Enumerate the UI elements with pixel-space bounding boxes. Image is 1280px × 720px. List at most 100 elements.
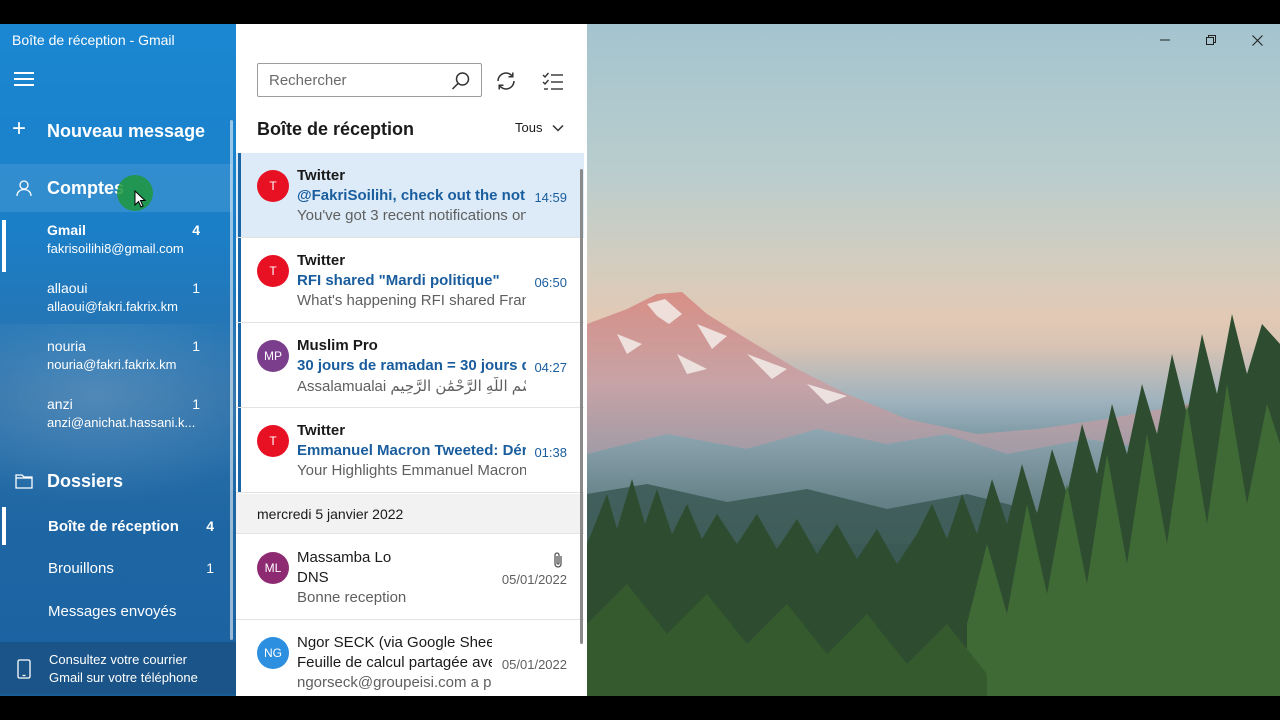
avatar: MP xyxy=(257,340,289,372)
window-controls xyxy=(1142,24,1280,56)
message-item[interactable]: T Twitter @FakriSoilihi, check out the n… xyxy=(236,153,584,238)
message-item[interactable]: NG Ngor SECK (via Google Sheets) Feuille… xyxy=(236,620,584,696)
minimize-button[interactable] xyxy=(1142,24,1188,56)
message-sender: Massamba Lo xyxy=(297,549,392,566)
account-email: allaoui@fakri.fakrix.km xyxy=(47,299,178,314)
unread-count: 4 xyxy=(192,222,200,238)
folder-count: 1 xyxy=(206,560,214,576)
selection-indicator xyxy=(2,220,6,272)
message-subject: @FakriSoilihi, check out the notificatio… xyxy=(297,187,526,204)
message-time: 04:27 xyxy=(534,360,567,375)
unread-indicator xyxy=(238,238,241,322)
folder-item-drafts[interactable]: Brouillons 1 xyxy=(0,549,232,587)
message-preview: Your Highlights Emmanuel Macron xyxy=(297,462,526,479)
phone-icon xyxy=(17,659,31,679)
phone-promo-link[interactable]: Consultez votre courrier Gmail sur votre… xyxy=(0,642,236,696)
search-input[interactable]: Rechercher xyxy=(269,72,347,89)
account-item-nouria[interactable]: nouria nouria@fakri.fakrix.km 1 xyxy=(0,336,232,388)
sync-icon[interactable] xyxy=(494,69,518,93)
unread-count: 1 xyxy=(192,338,200,354)
letterbox-top xyxy=(0,0,1280,24)
hamburger-menu-icon[interactable] xyxy=(14,72,34,88)
date-group-header: mercredi 5 janvier 2022 xyxy=(236,494,584,534)
folder-item-sent[interactable]: Messages envoyés xyxy=(0,592,232,630)
message-subject: Feuille de calcul partagée avec vous xyxy=(297,654,492,671)
navigation-pane: Boîte de réception - Gmail + Nouveau mes… xyxy=(0,24,236,696)
message-time: 05/01/2022 xyxy=(501,572,567,587)
unread-count: 1 xyxy=(192,396,200,412)
message-subject: 30 jours de ramadan = 30 jours de bénédi… xyxy=(297,357,526,374)
phone-promo-label: Consultez votre courrier Gmail sur votre… xyxy=(49,652,198,685)
reading-pane-background xyxy=(587,24,1280,696)
accounts-button[interactable]: Comptes xyxy=(0,164,232,212)
attachment-icon xyxy=(554,552,562,568)
accounts-label: Comptes xyxy=(47,177,125,198)
avatar: NG xyxy=(257,637,289,669)
message-time: 06:50 xyxy=(534,275,567,290)
chevron-down-icon xyxy=(552,124,564,132)
account-email: nouria@fakri.fakrix.km xyxy=(47,357,177,372)
selection-mode-icon[interactable] xyxy=(542,70,564,92)
message-item[interactable]: ML Massamba Lo DNS Bonne reception 05/01… xyxy=(236,535,584,620)
account-email: anzi@anichat.hassani.k... xyxy=(47,415,196,430)
folder-label: Boîte de réception xyxy=(48,517,179,535)
message-preview: Bonne reception xyxy=(297,589,407,606)
mail-app-window: Boîte de réception - Gmail + Nouveau mes… xyxy=(0,24,1280,696)
filter-dropdown[interactable]: Tous xyxy=(515,120,564,135)
unread-indicator xyxy=(238,323,241,407)
account-item-anzi[interactable]: anzi anzi@anichat.hassani.k... 1 xyxy=(0,394,232,446)
message-time: 14:59 xyxy=(534,190,567,205)
close-button[interactable] xyxy=(1234,24,1280,56)
account-item-allaoui[interactable]: allaoui allaoui@fakri.fakrix.km 1 xyxy=(0,278,232,330)
unread-count: 1 xyxy=(192,280,200,296)
restore-icon xyxy=(1206,35,1216,45)
message-sender: Ngor SECK (via Google Sheets) xyxy=(297,634,492,651)
message-item[interactable]: T Twitter RFI shared "Mardi politique" W… xyxy=(236,238,584,323)
message-preview: What's happening RFI shared France 24 xyxy=(297,292,526,309)
folders-label: Dossiers xyxy=(47,470,124,491)
minimize-icon xyxy=(1160,39,1170,41)
message-time: 01:38 xyxy=(534,445,567,460)
selection-indicator xyxy=(2,507,6,545)
unread-indicator xyxy=(238,408,241,492)
message-list-scrollbar[interactable] xyxy=(580,169,583,644)
folder-item-inbox[interactable]: Boîte de réception 4 xyxy=(0,507,232,545)
account-name: Gmail xyxy=(47,222,86,238)
message-item[interactable]: T Twitter Emmanuel Macron Tweeted: Dérèg… xyxy=(236,408,584,493)
message-subject: Emmanuel Macron Tweeted: Dérèglement xyxy=(297,442,526,459)
message-subject: RFI shared "Mardi politique" xyxy=(297,272,500,289)
account-item-gmail[interactable]: Gmail fakrisoilihi8@gmail.com 4 xyxy=(0,220,232,272)
account-email: fakrisoilihi8@gmail.com xyxy=(47,241,184,256)
restore-button[interactable] xyxy=(1188,24,1234,56)
message-preview: ngorseck@groupeisi.com a partagé xyxy=(297,674,492,691)
avatar: T xyxy=(257,255,289,287)
search-icon[interactable] xyxy=(451,71,471,91)
message-item[interactable]: MP Muslim Pro 30 jours de ramadan = 30 j… xyxy=(236,323,584,408)
folder-label: Brouillons xyxy=(48,559,114,577)
person-icon xyxy=(16,180,32,197)
folder-count: 4 xyxy=(206,518,214,534)
letterbox-bottom xyxy=(0,696,1280,720)
message-list-pane: Rechercher Boîte de réception Tous T Twi… xyxy=(236,24,587,696)
folder-label: Messages envoyés xyxy=(48,602,177,620)
plus-icon: + xyxy=(12,115,27,142)
search-box[interactable]: Rechercher xyxy=(257,63,482,97)
folder-icon xyxy=(15,474,33,489)
folders-button[interactable]: Dossiers xyxy=(0,464,232,498)
message-preview: Assalamualai بِسْمِ اللَّهِ الرَّحْمَٰنِ… xyxy=(297,378,526,395)
new-message-button[interactable]: + Nouveau message xyxy=(12,116,205,146)
account-name: anzi xyxy=(47,396,73,412)
avatar: T xyxy=(257,425,289,457)
mouse-cursor-icon xyxy=(134,190,146,208)
message-sender: Muslim Pro xyxy=(297,337,378,354)
window-title: Boîte de réception - Gmail xyxy=(12,32,175,48)
filter-label: Tous xyxy=(515,120,543,135)
account-name: allaoui xyxy=(47,280,88,296)
message-sender: Twitter xyxy=(297,252,346,269)
account-name: nouria xyxy=(47,338,86,354)
unread-indicator xyxy=(238,153,241,237)
date-group-label: mercredi 5 janvier 2022 xyxy=(257,506,404,522)
message-sender: Twitter xyxy=(297,422,346,439)
message-time: 05/01/2022 xyxy=(501,657,567,672)
sidebar-scrollbar[interactable] xyxy=(230,120,233,640)
